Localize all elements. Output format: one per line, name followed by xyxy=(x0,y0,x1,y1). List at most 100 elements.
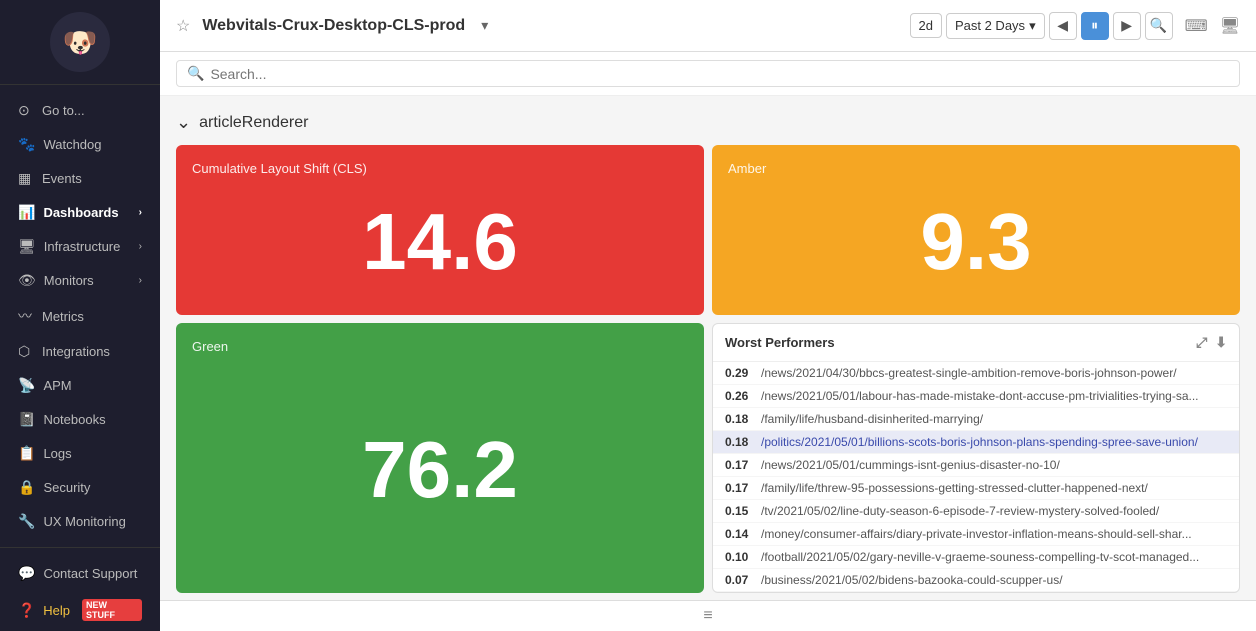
sidebar-item-label: Dashboards xyxy=(43,205,118,220)
metric-card-amber: Amber 9.3 xyxy=(712,145,1240,315)
new-stuff-badge: NEW STUFF xyxy=(82,599,142,621)
dropdown-arrow-icon: ▾ xyxy=(1029,18,1036,34)
topbar: ☆ Webvitals-Crux-Desktop-CLS-prod ▾ 2d P… xyxy=(160,0,1256,52)
time-controls: 2d Past 2 Days ▾ ◀ ⏸ ▶ 🔍 xyxy=(910,12,1173,40)
table-row: 0.15 /tv/2021/05/02/line-duty-season-6-e… xyxy=(713,500,1239,523)
score-value: 0.26 xyxy=(725,389,761,403)
url-value[interactable]: /football/2021/05/02/gary-neville-v-grae… xyxy=(761,550,1227,564)
search-btn[interactable]: 🔍 xyxy=(1145,12,1173,40)
sidebar-item-ux-monitoring[interactable]: 🔧 UX Monitoring xyxy=(4,505,156,538)
sidebar-item-watchdog[interactable]: 🐾 Watchdog xyxy=(4,128,156,161)
score-value: 0.07 xyxy=(725,573,761,587)
table-row: 0.29 /news/2021/04/30/bbcs-greatest-sing… xyxy=(713,362,1239,385)
main-content: ☆ Webvitals-Crux-Desktop-CLS-prod ▾ 2d P… xyxy=(160,0,1256,631)
search-icon: 🔍 xyxy=(187,65,204,82)
search-input-wrap[interactable]: 🔍 xyxy=(176,60,1240,87)
monitor-icon[interactable]: 🖥 xyxy=(1220,16,1240,36)
worst-performers-panel: Worst Performers ⤢ ⬇ 0.29 /news/2021/04/… xyxy=(712,323,1240,593)
keyboard-icon[interactable]: ⌨ xyxy=(1185,16,1208,36)
download-icon[interactable]: ⬇ xyxy=(1215,334,1227,351)
arrow-icon: › xyxy=(139,275,142,286)
url-value[interactable]: /family/life/husband-disinherited-marryi… xyxy=(761,412,1227,426)
dashboard-grid: Cumulative Layout Shift (CLS) 14.6 Amber… xyxy=(176,145,1240,593)
sidebar-item-dashboards[interactable]: 📊 Dashboards › xyxy=(4,196,156,229)
sidebar-item-infrastructure[interactable]: 🖥 Infrastructure › xyxy=(4,230,156,263)
url-value[interactable]: /news/2021/04/30/bbcs-greatest-single-am… xyxy=(761,366,1227,380)
sidebar-item-label: Infrastructure xyxy=(44,239,121,254)
worst-performers-rows: 0.29 /news/2021/04/30/bbcs-greatest-sing… xyxy=(713,362,1239,592)
events-icon: ▦ xyxy=(18,170,34,187)
sidebar-item-label: Contact Support xyxy=(43,566,137,581)
url-value[interactable]: /news/2021/05/01/labour-has-made-mistake… xyxy=(761,389,1227,403)
section-title: articleRenderer xyxy=(199,114,308,132)
collapse-icon[interactable]: ⌄ xyxy=(176,112,191,133)
score-value: 0.18 xyxy=(725,412,761,426)
apm-icon: 📡 xyxy=(18,377,35,394)
bottom-bar: ≡ xyxy=(160,600,1256,631)
search-input[interactable] xyxy=(210,66,1229,82)
sidebar-item-apm[interactable]: 📡 APM xyxy=(4,369,156,402)
time-range-selector[interactable]: Past 2 Days ▾ xyxy=(946,13,1045,39)
goto-icon: ⊙ xyxy=(18,102,34,119)
table-row: 0.17 /family/life/threw-95-possessions-g… xyxy=(713,477,1239,500)
url-value[interactable]: /tv/2021/05/02/line-duty-season-6-episod… xyxy=(761,504,1227,518)
sidebar-item-security[interactable]: 🔒 Security xyxy=(4,471,156,504)
sidebar-item-label: Notebooks xyxy=(43,412,105,427)
monitors-icon: 👁 xyxy=(18,272,36,289)
sidebar-item-notebooks[interactable]: 📓 Notebooks xyxy=(4,403,156,436)
sidebar-item-label: Logs xyxy=(43,446,71,461)
sidebar-item-monitors[interactable]: 👁 Monitors › xyxy=(4,264,156,297)
url-value[interactable]: /politics/2021/05/01/billions-scots-bori… xyxy=(761,435,1227,449)
chevron-down-icon[interactable]: ▾ xyxy=(481,17,488,34)
section-header: ⌄ articleRenderer xyxy=(176,112,1240,133)
prev-btn[interactable]: ◀ xyxy=(1049,12,1077,40)
watchdog-icon: 🐾 xyxy=(18,136,35,153)
table-row: 0.07 /business/2021/05/02/bidens-bazooka… xyxy=(713,569,1239,592)
sidebar-item-goto[interactable]: ⊙ Go to... xyxy=(4,94,156,127)
arrow-icon: › xyxy=(139,241,142,252)
table-row: 0.17 /news/2021/05/01/cummings-isnt-geni… xyxy=(713,454,1239,477)
arrow-icon: › xyxy=(139,207,142,218)
sidebar-item-label: Metrics xyxy=(42,309,84,324)
play-pause-btn[interactable]: ⏸ xyxy=(1081,12,1109,40)
dashboards-icon: 📊 xyxy=(18,204,35,221)
table-row: 0.18 /politics/2021/05/01/billions-scots… xyxy=(713,431,1239,454)
sidebar-item-metrics[interactable]: 〰 Metrics xyxy=(4,298,156,334)
url-value[interactable]: /money/consumer-affairs/diary-private-in… xyxy=(761,527,1227,541)
next-btn[interactable]: ▶ xyxy=(1113,12,1141,40)
sidebar-item-integrations[interactable]: ⬡ Integrations xyxy=(4,335,156,368)
contact-support-icon: 💬 xyxy=(18,565,35,582)
score-value: 0.18 xyxy=(725,435,761,449)
metrics-icon: 〰 xyxy=(18,306,34,326)
table-row: 0.26 /news/2021/05/01/labour-has-made-mi… xyxy=(713,385,1239,408)
page-title: Webvitals-Crux-Desktop-CLS-prod xyxy=(202,17,465,35)
time-badge[interactable]: 2d xyxy=(910,13,942,38)
url-value[interactable]: /business/2021/05/02/bidens-bazooka-coul… xyxy=(761,573,1227,587)
metric-label-amber: Amber xyxy=(728,161,1224,176)
table-row: 0.10 /football/2021/05/02/gary-neville-v… xyxy=(713,546,1239,569)
favorite-icon[interactable]: ☆ xyxy=(176,16,190,36)
timeline-icon[interactable]: ≡ xyxy=(703,607,712,625)
score-value: 0.10 xyxy=(725,550,761,564)
sidebar-item-help[interactable]: ❓ Help NEW STUFF xyxy=(4,591,156,629)
score-value: 0.17 xyxy=(725,481,761,495)
sidebar-bottom: 💬 Contact Support ❓ Help NEW STUFF 👥 Tea… xyxy=(0,547,160,631)
score-value: 0.15 xyxy=(725,504,761,518)
url-value[interactable]: /news/2021/05/01/cummings-isnt-genius-di… xyxy=(761,458,1227,472)
table-row: 0.18 /family/life/husband-disinherited-m… xyxy=(713,408,1239,431)
metric-value-green: 76.2 xyxy=(192,362,688,577)
logs-icon: 📋 xyxy=(18,445,35,462)
sidebar-item-label: Events xyxy=(42,171,82,186)
metric-card-green: Green 76.2 xyxy=(176,323,704,593)
sidebar-item-label: Go to... xyxy=(42,103,85,118)
sidebar-item-label: Watchdog xyxy=(43,137,101,152)
sidebar-item-label: Help xyxy=(43,603,70,618)
dashboard-content: ⌄ articleRenderer Cumulative Layout Shif… xyxy=(160,96,1256,600)
metric-label-green: Green xyxy=(192,339,688,354)
url-value[interactable]: /family/life/threw-95-possessions-gettin… xyxy=(761,481,1227,495)
sidebar-item-logs[interactable]: 📋 Logs xyxy=(4,437,156,470)
expand-icon[interactable]: ⤢ xyxy=(1196,334,1207,351)
worst-performers-header: Worst Performers ⤢ ⬇ xyxy=(713,324,1239,362)
sidebar-item-events[interactable]: ▦ Events xyxy=(4,162,156,195)
sidebar-item-contact-support[interactable]: 💬 Contact Support xyxy=(4,557,156,590)
